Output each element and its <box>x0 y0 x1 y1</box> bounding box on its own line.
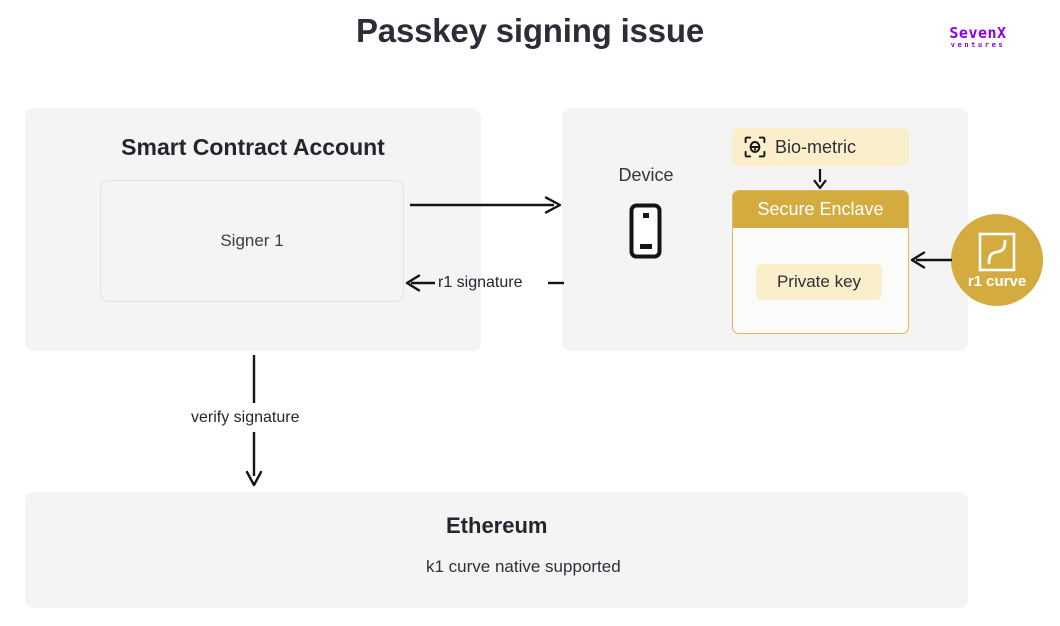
page-title: Passkey signing issue <box>356 12 704 49</box>
private-key-label: Private key <box>776 272 862 291</box>
sevenx-ventures-logo: SevenX ventures <box>932 26 1024 54</box>
verify-signature-label: verify signature <box>191 409 300 426</box>
diagram-canvas: Passkey signing issue SevenX ventures Sm… <box>0 0 1060 626</box>
secure-enclave-box: Secure Enclave Private key <box>732 190 909 334</box>
ethereum-title: Ethereum <box>446 513 548 538</box>
private-key-chip: Private key <box>756 264 882 300</box>
verify-signature-line-segment <box>252 355 256 403</box>
phone-icon <box>629 203 662 259</box>
signer-label: Signer 1 <box>220 231 284 250</box>
r1-curve-badge: r1 curve <box>951 214 1043 306</box>
verify-signature-arrow-icon <box>245 432 263 487</box>
face-scan-icon <box>744 136 766 158</box>
device-label: Device <box>618 165 674 185</box>
biometric-chip: Bio-metric <box>732 128 909 166</box>
ethereum-panel <box>25 492 968 608</box>
biometric-label: Bio-metric <box>775 136 857 157</box>
biometric-to-enclave-arrow-icon <box>810 168 830 190</box>
smart-contract-account-panel: Smart Contract Account Signer 1 <box>25 108 481 351</box>
smart-contract-account-heading: Smart Contract Account <box>121 134 385 160</box>
r1-curve-label: r1 curve <box>967 273 1027 290</box>
signer-box: Signer 1 <box>100 180 404 302</box>
s-curve-icon <box>976 231 1018 273</box>
brand-name: SevenX <box>949 24 1007 42</box>
secure-enclave-header: Secure Enclave <box>733 191 908 228</box>
brand-tagline: ventures <box>950 41 1006 49</box>
r1-signature-label: r1 signature <box>438 274 523 291</box>
ethereum-subtitle: k1 curve native supported <box>426 557 621 576</box>
